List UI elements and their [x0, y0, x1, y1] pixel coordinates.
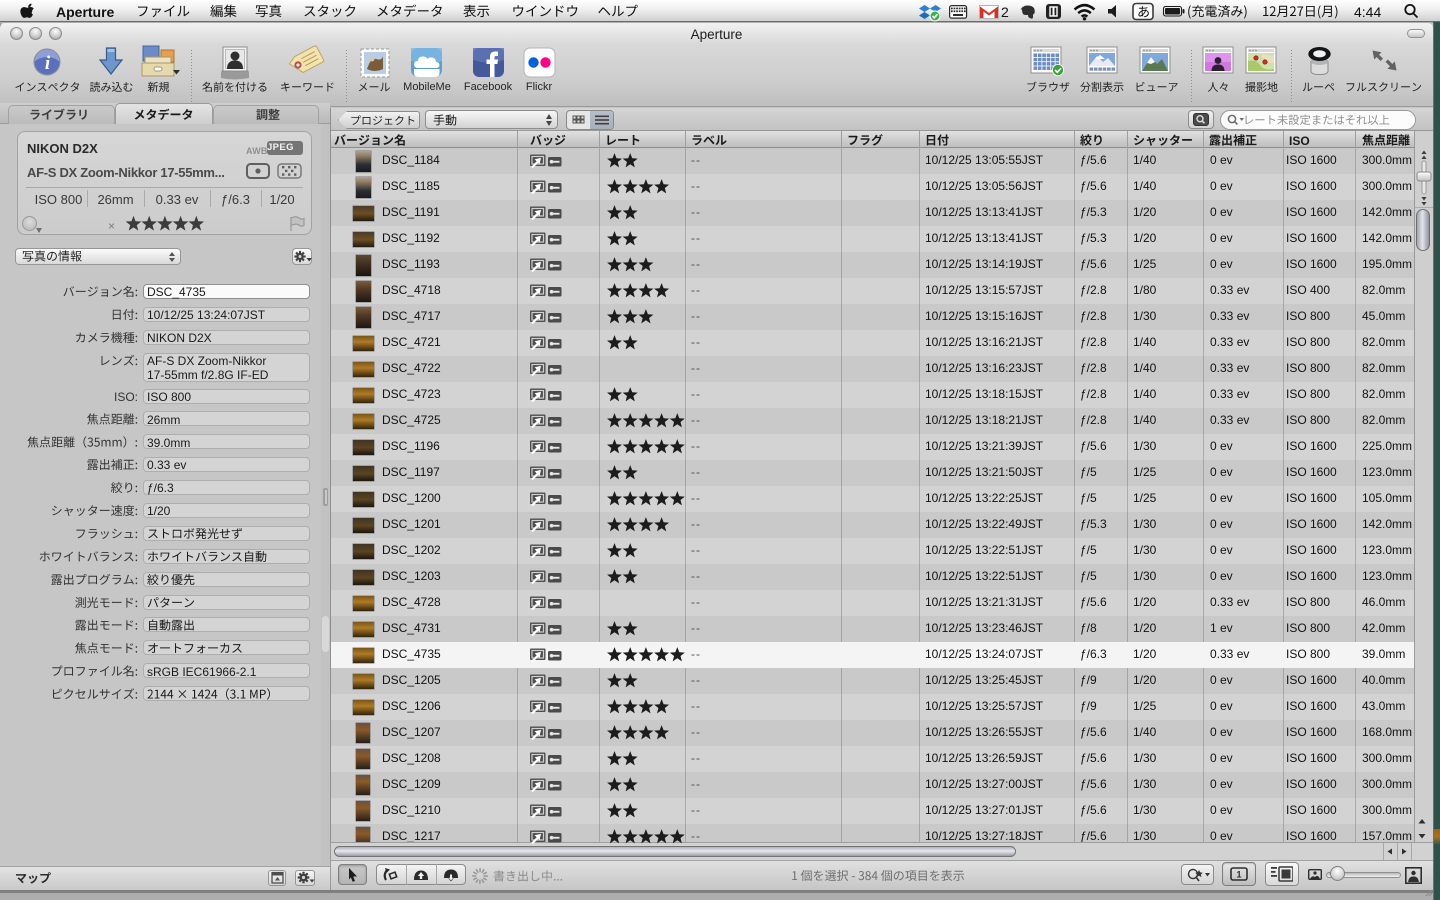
svg-text:i: i [45, 53, 51, 74]
